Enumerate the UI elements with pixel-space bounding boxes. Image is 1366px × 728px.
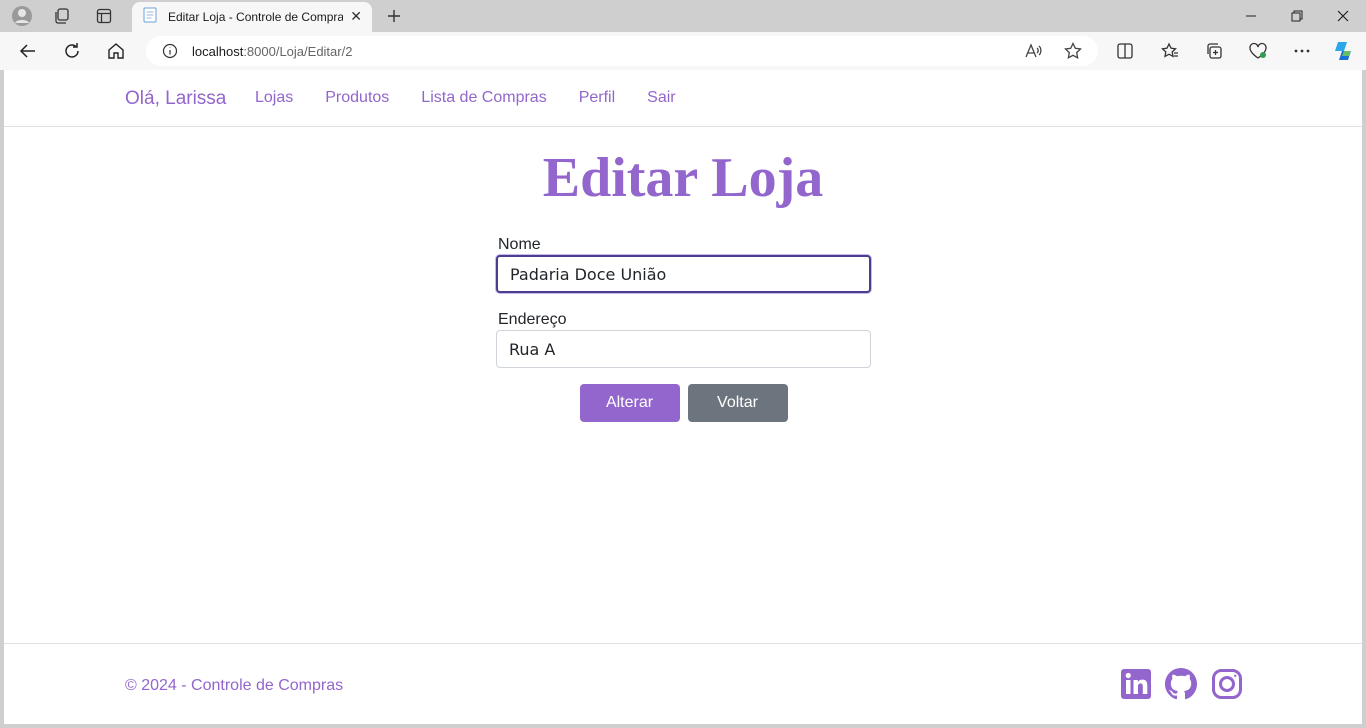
endereco-label: Endereço [498, 311, 567, 328]
new-tab-icon[interactable] [382, 4, 406, 28]
github-icon[interactable] [1165, 668, 1197, 700]
back-icon[interactable] [14, 37, 42, 65]
split-screen-icon[interactable] [1111, 37, 1139, 65]
nome-input[interactable] [496, 255, 871, 293]
endereco-input[interactable] [496, 330, 871, 368]
tab-title: Editar Loja - Controle de Compras [168, 10, 343, 24]
tab-close-icon[interactable]: ✕ [350, 8, 362, 25]
workspaces-icon[interactable] [48, 4, 76, 28]
nav-links: Lojas Produtos Lista de Compras Perfil S… [255, 89, 708, 107]
nav-link-perfil[interactable]: Perfil [579, 89, 615, 107]
edit-store-form: Nome Endereço Alterar Voltar [496, 236, 871, 422]
navbar-brand[interactable]: Olá, Larissa [125, 88, 226, 110]
nome-label: Nome [498, 236, 541, 253]
browser-essentials-icon[interactable] [1244, 37, 1272, 65]
collections-icon[interactable] [1200, 37, 1228, 65]
footer: © 2024 - Controle de Compras [4, 643, 1362, 724]
alterar-button[interactable]: Alterar [579, 384, 680, 422]
navbar: Olá, Larissa Lojas Produtos Lista de Com… [4, 70, 1362, 127]
tab-actions-icon[interactable] [90, 4, 118, 28]
home-icon[interactable] [102, 37, 130, 65]
favorites-icon[interactable] [1156, 37, 1184, 65]
copilot-icon[interactable] [1329, 37, 1357, 65]
linkedin-icon[interactable] [1120, 668, 1152, 700]
profile-icon[interactable] [8, 4, 36, 28]
minimize-icon[interactable] [1228, 0, 1274, 32]
browser-toolbar: localhost:8000/Loja/Editar/2 [0, 32, 1366, 70]
restore-icon[interactable] [1274, 0, 1320, 32]
voltar-button[interactable]: Voltar [687, 384, 788, 422]
nav-link-lojas[interactable]: Lojas [255, 89, 293, 107]
page-viewport: Olá, Larissa Lojas Produtos Lista de Com… [4, 70, 1362, 724]
more-options-icon[interactable] [1288, 37, 1316, 65]
nav-link-sair[interactable]: Sair [647, 89, 675, 107]
close-window-icon[interactable] [1320, 0, 1366, 32]
footer-copyright: © 2024 - Controle de Compras [125, 677, 344, 694]
tab-active[interactable]: Editar Loja - Controle de Compras ✕ [132, 2, 372, 32]
read-aloud-icon[interactable] [1024, 42, 1042, 65]
refresh-icon[interactable] [58, 37, 86, 65]
site-info-icon[interactable] [162, 43, 178, 64]
browser-tabstrip: Editar Loja - Controle de Compras ✕ [0, 0, 1366, 32]
nav-link-lista-de-compras[interactable]: Lista de Compras [421, 89, 546, 107]
page-title: Editar Loja [542, 147, 824, 209]
page-favicon-icon [142, 7, 158, 28]
instagram-icon[interactable] [1211, 668, 1243, 700]
address-bar[interactable]: localhost:8000/Loja/Editar/2 [146, 36, 1098, 66]
url-text: localhost:8000/Loja/Editar/2 [192, 43, 353, 59]
nav-link-produtos[interactable]: Produtos [325, 89, 389, 107]
form-actions: Alterar Voltar [496, 384, 871, 422]
favorite-star-icon[interactable] [1064, 41, 1082, 65]
